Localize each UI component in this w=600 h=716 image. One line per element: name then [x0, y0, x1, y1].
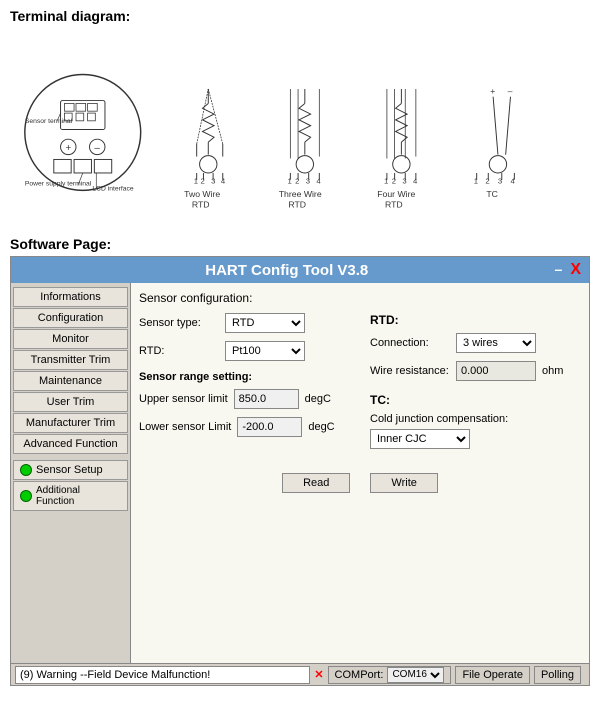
upper-limit-row: Upper sensor limit degC	[139, 389, 350, 409]
hart-titlebar: HART Config Tool V3.8 – X	[11, 257, 589, 283]
sensor-range-title: Sensor range setting:	[139, 371, 350, 383]
read-button[interactable]: Read	[282, 473, 350, 493]
svg-text:RTD: RTD	[192, 200, 210, 210]
sidebar-separator	[13, 455, 128, 459]
com-port-label: COMPort:	[335, 669, 384, 681]
close-button[interactable]: X	[570, 261, 581, 279]
svg-text:+: +	[490, 86, 495, 96]
lcd-interface-label: LCD interface	[92, 185, 134, 192]
rtd-row: RTD: Pt100 Pt1000 Ni100	[139, 341, 350, 361]
statusbar: (9) Warning --Field Device Malfunction! …	[11, 663, 589, 685]
cold-junction-row: Inner CJC External CJC	[370, 429, 581, 449]
wire-resistance-label: Wire resistance:	[370, 365, 450, 377]
svg-text:3: 3	[402, 177, 406, 186]
sidebar-item-maintenance[interactable]: Maintenance	[13, 371, 128, 391]
wire-unit: ohm	[542, 365, 563, 377]
green-dot-additional	[20, 490, 32, 502]
sensor-type-label: Sensor type:	[139, 317, 219, 329]
status-x-icon: ✕	[314, 668, 323, 681]
connection-row: Connection: 2 wires 3 wires 4 wires	[370, 333, 581, 353]
hart-window: HART Config Tool V3.8 – X Informations C…	[10, 256, 590, 686]
upper-unit: degC	[305, 393, 331, 405]
svg-text:Four Wire: Four Wire	[377, 189, 415, 199]
svg-text:Two Wire: Two Wire	[184, 189, 220, 199]
svg-text:+: +	[65, 143, 71, 154]
sidebar-item-configuration[interactable]: Configuration	[13, 308, 128, 328]
main-content: Sensor configuration: Sensor type: RTD T…	[131, 283, 589, 663]
sensor-terminal-label: Sensor terminal	[25, 118, 73, 125]
lower-unit: degC	[308, 421, 334, 433]
software-page-title: Software Page:	[0, 234, 600, 256]
sidebar-item-user-trim[interactable]: User Trim	[13, 392, 128, 412]
svg-text:2: 2	[295, 177, 299, 186]
file-operate-section[interactable]: File Operate	[455, 666, 530, 684]
com-port-select[interactable]: COM16	[387, 667, 444, 683]
svg-text:1: 1	[474, 177, 478, 186]
window-controls: – X	[555, 261, 581, 279]
svg-text:3: 3	[306, 177, 310, 186]
wire-resistance-input[interactable]	[456, 361, 536, 381]
svg-text:4: 4	[221, 177, 226, 186]
config-title: Sensor configuration:	[139, 291, 581, 305]
polling-label: Polling	[541, 669, 574, 681]
connection-label: Connection:	[370, 337, 450, 349]
svg-text:2: 2	[201, 177, 205, 186]
svg-text:Three Wire: Three Wire	[279, 189, 322, 199]
cold-junction-label: Cold junction compensation:	[370, 413, 581, 425]
svg-text:1: 1	[384, 177, 388, 186]
sensor-type-row: Sensor type: RTD TC	[139, 313, 350, 333]
lower-limit-label: Lower sensor Limit	[139, 421, 231, 433]
connection-select[interactable]: 2 wires 3 wires 4 wires	[456, 333, 536, 353]
sidebar-item-informations[interactable]: Informations	[13, 287, 128, 307]
sidebar-item-monitor[interactable]: Monitor	[13, 329, 128, 349]
diagram-svg: + – Sensor terminal Power supply termina…	[20, 35, 580, 225]
sidebar-item-manufacturer-trim[interactable]: Manufacturer Trim	[13, 413, 128, 433]
form-left: Sensor type: RTD TC RTD: Pt100 Pt1000 Ni…	[139, 313, 350, 457]
svg-text:–: –	[508, 86, 513, 96]
upper-limit-label: Upper sensor limit	[139, 393, 228, 405]
green-dot-sensor-setup	[20, 464, 32, 476]
svg-text:2: 2	[392, 177, 396, 186]
rtd-section-title: RTD:	[370, 313, 581, 327]
sidebar-item-sensor-setup[interactable]: Sensor Setup	[13, 460, 128, 480]
svg-text:–: –	[95, 143, 101, 154]
sensor-type-select[interactable]: RTD TC	[225, 313, 305, 333]
top-section: Terminal diagram: + – Senso	[0, 0, 600, 234]
svg-text:RTD: RTD	[385, 200, 403, 210]
sidebar-item-advanced-function[interactable]: Advanced Function	[13, 434, 128, 454]
lower-limit-row: Lower sensor Limit degC	[139, 417, 350, 437]
polling-section[interactable]: Polling	[534, 666, 581, 684]
minimize-button[interactable]: –	[555, 261, 563, 279]
status-warning: (9) Warning --Field Device Malfunction!	[15, 666, 310, 684]
form-right: RTD: Connection: 2 wires 3 wires 4 wires…	[370, 313, 581, 457]
sidebar-item-transmitter-trim[interactable]: Transmitter Trim	[13, 350, 128, 370]
svg-text:TC: TC	[486, 189, 498, 199]
file-operate-label: File Operate	[462, 669, 523, 681]
sidebar: Informations Configuration Monitor Trans…	[11, 283, 131, 663]
hart-title: HART Config Tool V3.8	[19, 262, 555, 279]
power-supply-label: Power supply terminal	[25, 181, 92, 188]
sidebar-item-additional-function[interactable]: Additional Function	[13, 481, 128, 511]
wire-resistance-row: Wire resistance: ohm	[370, 361, 581, 381]
button-row: Read Write	[139, 473, 581, 493]
cold-junction-select[interactable]: Inner CJC External CJC	[370, 429, 470, 449]
svg-text:2: 2	[485, 177, 489, 186]
rtd-label: RTD:	[139, 345, 219, 357]
terminal-diagram-title: Terminal diagram:	[10, 8, 590, 24]
lower-limit-input[interactable]	[237, 417, 302, 437]
tc-section-title: TC:	[370, 393, 581, 407]
form-grid: Sensor type: RTD TC RTD: Pt100 Pt1000 Ni…	[139, 313, 581, 457]
warning-text: (9) Warning --Field Device Malfunction!	[20, 669, 210, 681]
terminal-diagram: + – Sensor terminal Power supply termina…	[10, 30, 590, 230]
rtd-select[interactable]: Pt100 Pt1000 Ni100	[225, 341, 305, 361]
hart-body: Informations Configuration Monitor Trans…	[11, 283, 589, 663]
upper-limit-input[interactable]	[234, 389, 299, 409]
svg-text:1: 1	[287, 177, 291, 186]
svg-text:RTD: RTD	[288, 200, 306, 210]
svg-text:1: 1	[194, 177, 198, 186]
write-button[interactable]: Write	[370, 473, 437, 493]
com-port-section: COMPort: COM16	[328, 666, 452, 684]
